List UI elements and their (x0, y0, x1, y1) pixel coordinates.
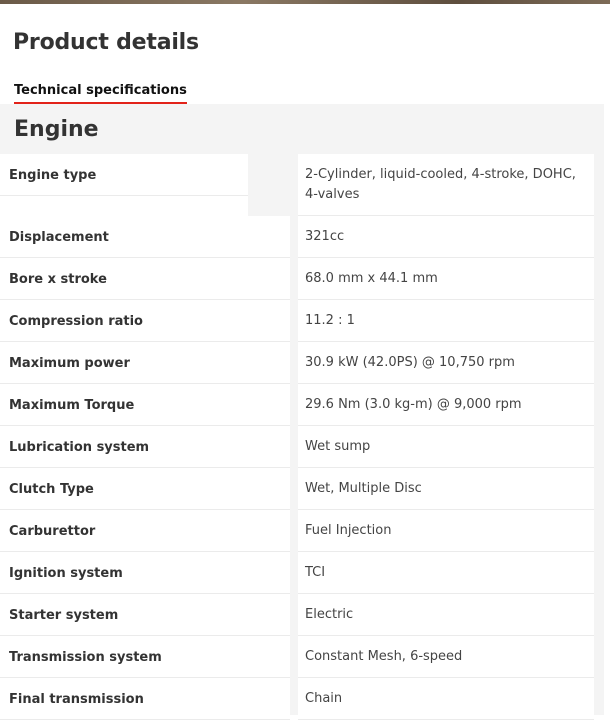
spec-row-carburettor: Carburettor Fuel Injection (0, 510, 594, 552)
spec-value: 321cc (298, 216, 594, 258)
spec-label: Bore x stroke (0, 258, 290, 300)
spec-row-transmission-system: Transmission system Constant Mesh, 6-spe… (0, 636, 594, 678)
page-title: Product details (13, 30, 199, 55)
spec-value: Fuel Injection (298, 510, 594, 552)
spec-label: Transmission system (0, 636, 290, 678)
spec-row-starter-system: Starter system Electric (0, 594, 594, 636)
spec-row-clutch-type: Clutch Type Wet, Multiple Disc (0, 468, 594, 510)
spec-value: Wet, Multiple Disc (298, 468, 594, 510)
spec-label: Engine type (0, 154, 290, 216)
spec-row-maximum-power: Maximum power 30.9 kW (42.0PS) @ 10,750 … (0, 342, 594, 384)
spec-label: Starter system (0, 594, 290, 636)
spec-row-displacement: Displacement 321cc (0, 216, 594, 258)
spec-label: Maximum power (0, 342, 290, 384)
spec-label: Ignition system (0, 552, 290, 594)
spec-row-final-transmission: Final transmission Chain (0, 678, 594, 720)
spec-row-ignition-system: Ignition system TCI (0, 552, 594, 594)
spec-label: Clutch Type (0, 468, 290, 510)
spec-value: 11.2 : 1 (298, 300, 594, 342)
spec-table: Engine type 2-Cylinder, liquid-cooled, 4… (0, 154, 594, 720)
spec-value: 2-Cylinder, liquid-cooled, 4-stroke, DOH… (298, 154, 594, 216)
spec-value: Electric (298, 594, 594, 636)
tab-technical-specifications[interactable]: Technical specifications (14, 82, 187, 105)
spec-label: Final transmission (0, 678, 290, 720)
spec-value: Wet sump (298, 426, 594, 468)
section-title-engine: Engine (14, 117, 99, 142)
spec-value: 29.6 Nm (3.0 kg-m) @ 9,000 rpm (298, 384, 594, 426)
spec-row-compression-ratio: Compression ratio 11.2 : 1 (0, 300, 594, 342)
header-image-strip (0, 0, 610, 4)
spec-value: Chain (298, 678, 594, 720)
spec-label: Displacement (0, 216, 290, 258)
spec-value: 30.9 kW (42.0PS) @ 10,750 rpm (298, 342, 594, 384)
spec-label: Carburettor (0, 510, 290, 552)
spec-row-engine-type: Engine type 2-Cylinder, liquid-cooled, 4… (0, 154, 594, 216)
spec-label: Lubrication system (0, 426, 290, 468)
spec-value: TCI (298, 552, 594, 594)
spec-label: Maximum Torque (0, 384, 290, 426)
spec-row-lubrication-system: Lubrication system Wet sump (0, 426, 594, 468)
spec-label: Compression ratio (0, 300, 290, 342)
spec-value: Constant Mesh, 6-speed (298, 636, 594, 678)
spec-row-maximum-torque: Maximum Torque 29.6 Nm (3.0 kg-m) @ 9,00… (0, 384, 594, 426)
spec-row-bore-stroke: Bore x stroke 68.0 mm x 44.1 mm (0, 258, 594, 300)
spec-panel: Engine Engine type 2-Cylinder, liquid-co… (0, 104, 604, 720)
spec-value: 68.0 mm x 44.1 mm (298, 258, 594, 300)
